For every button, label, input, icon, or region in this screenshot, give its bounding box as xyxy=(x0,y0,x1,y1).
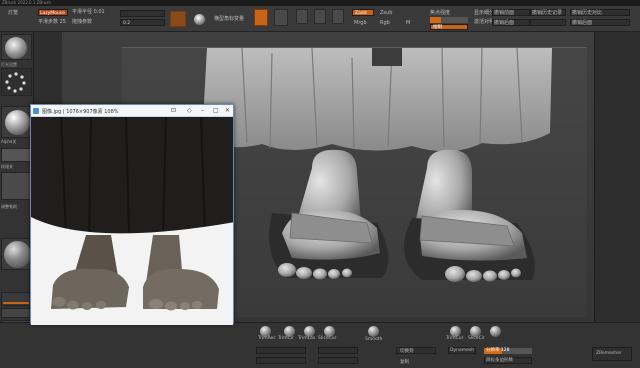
second-tray xyxy=(34,32,62,112)
zadd-button[interactable]: Zadd xyxy=(352,9,374,16)
bottom-label-7[interactable]: ZRemesher xyxy=(596,351,622,356)
focal-label: 焦点强度 xyxy=(430,10,451,16)
bottom-label-9: 切换到 xyxy=(400,349,414,354)
bottom-label-2: TrimLas xyxy=(298,336,316,341)
right-g[interactable]: 撤销后面 xyxy=(572,19,592,26)
bottom-label-10: 分辨率 128 xyxy=(486,348,510,353)
focal-slider[interactable] xyxy=(430,17,468,23)
material-slot[interactable] xyxy=(1,172,32,200)
bottom-label-6: SliceCir xyxy=(468,336,485,341)
right-field-4[interactable] xyxy=(530,19,566,26)
scale-button[interactable] xyxy=(314,9,326,24)
bottom-field-1[interactable] xyxy=(256,347,306,354)
mode-label: 横型角标变量 xyxy=(214,16,245,22)
alpha-slot[interactable] xyxy=(1,106,32,138)
bottom-label-4: Smooth xyxy=(365,337,383,342)
left-label-3: 纹理关 xyxy=(1,164,13,169)
smooth-steps-label: 平滑步数 25 xyxy=(38,19,66,25)
bottom-field-4[interactable] xyxy=(318,357,358,364)
drag-param-label: 拖拽参数 xyxy=(72,19,93,25)
right-f[interactable]: 撤销历史对比 xyxy=(572,9,602,16)
bottom-field-2[interactable] xyxy=(256,357,306,364)
reference-photo xyxy=(31,117,233,325)
rgb-button[interactable]: Rgb xyxy=(380,20,390,26)
left-tray: 灯光设置 Alpha关 纹理关 调整笔刷 xyxy=(0,32,34,368)
pin-icon[interactable]: ⊡ xyxy=(171,107,176,114)
left-label-5: 调整笔刷 xyxy=(1,204,17,209)
bottom-label-0: TrimRec xyxy=(258,336,276,341)
dots-icon xyxy=(5,72,26,93)
m-button[interactable]: M xyxy=(406,20,410,26)
bottom-label-3: SliceCur xyxy=(318,336,337,341)
alpha-sphere-icon xyxy=(5,110,30,135)
robe-strap xyxy=(372,48,402,66)
maximize-icon[interactable]: □ xyxy=(213,107,219,114)
color-slot[interactable] xyxy=(1,292,32,306)
right-c[interactable]: 撤销前面 xyxy=(494,9,514,16)
stroke-slot[interactable] xyxy=(1,68,32,96)
bottom-field-3[interactable] xyxy=(318,347,358,354)
right-d[interactable]: 撤销后面 xyxy=(494,19,514,26)
right-a[interactable]: 显示细分 xyxy=(474,9,494,16)
project-field[interactable]: LazyMouse xyxy=(38,9,68,16)
gradient-slot[interactable] xyxy=(1,238,32,270)
swatch-1[interactable] xyxy=(1,308,32,318)
texture-slot[interactable] xyxy=(1,148,32,162)
bottom-label-1: TrimCir xyxy=(278,336,294,341)
bottom-label-14[interactable]: 复制 xyxy=(400,359,409,365)
fullscreen-icon[interactable]: ◇ xyxy=(187,107,192,114)
bottom-label-11: 目标多边形数 xyxy=(486,358,513,363)
right-b[interactable]: 激活对称 xyxy=(474,18,494,25)
draw-button[interactable] xyxy=(274,9,288,26)
edit-button[interactable] xyxy=(254,9,268,26)
bottom-label-5: TrimCur xyxy=(446,336,464,341)
s-icon[interactable] xyxy=(194,14,205,25)
right-tray xyxy=(594,32,640,322)
param-field-2[interactable]: 0.2 xyxy=(120,19,165,26)
draw-mode-button[interactable]: 绘制 xyxy=(430,24,468,30)
brush-slot[interactable] xyxy=(1,34,32,60)
feet-photo xyxy=(31,117,233,325)
color-bar xyxy=(3,302,29,304)
sculpt-icon[interactable] xyxy=(490,326,501,337)
rotate-button[interactable] xyxy=(332,9,344,24)
ref-title: 图像.jpg | 1076×907像素 108% xyxy=(42,109,119,115)
left-label-2: Alpha关 xyxy=(1,139,17,144)
zsub-button[interactable]: Zsub xyxy=(380,10,392,16)
close-icon[interactable]: ✕ xyxy=(225,107,230,114)
smooth-icon[interactable] xyxy=(368,326,379,337)
image-app-icon xyxy=(33,108,39,114)
reference-image-window[interactable]: 图像.jpg | 1076×907像素 108% ⊡ ◇ – □ ✕ xyxy=(30,104,234,325)
param-field-1[interactable] xyxy=(120,10,165,17)
brush-preview-button[interactable] xyxy=(170,11,186,27)
zbrush-window: ZBrush 2022.0.1 ZBrush 灯笼 LazyMouse 平滑半径… xyxy=(0,0,640,368)
minimize-icon[interactable]: – xyxy=(201,107,204,114)
brush-sphere-icon xyxy=(5,37,27,59)
smooth-radius-label: 平滑半径 0.01 xyxy=(72,9,105,15)
right-e[interactable]: 撤销历史记录 xyxy=(532,9,562,16)
bottom-label-8[interactable]: Dynamesh xyxy=(450,348,474,353)
move-button[interactable] xyxy=(296,9,308,24)
ref-titlebar[interactable]: 图像.jpg | 1076×907像素 108% ⊡ ◇ – □ ✕ xyxy=(31,105,233,117)
menu-label[interactable]: 灯笼 xyxy=(8,9,18,16)
bottom-shelf: TrimRec TrimCir TrimLas SliceCur Smooth … xyxy=(0,322,640,368)
mrgb-button[interactable]: Mrgb xyxy=(354,20,367,26)
top-toolbar: 灯笼 LazyMouse 平滑半径 0.01 平滑步数 25 拖拽参数 0.2 … xyxy=(0,6,640,32)
material-sphere-icon xyxy=(4,241,31,268)
